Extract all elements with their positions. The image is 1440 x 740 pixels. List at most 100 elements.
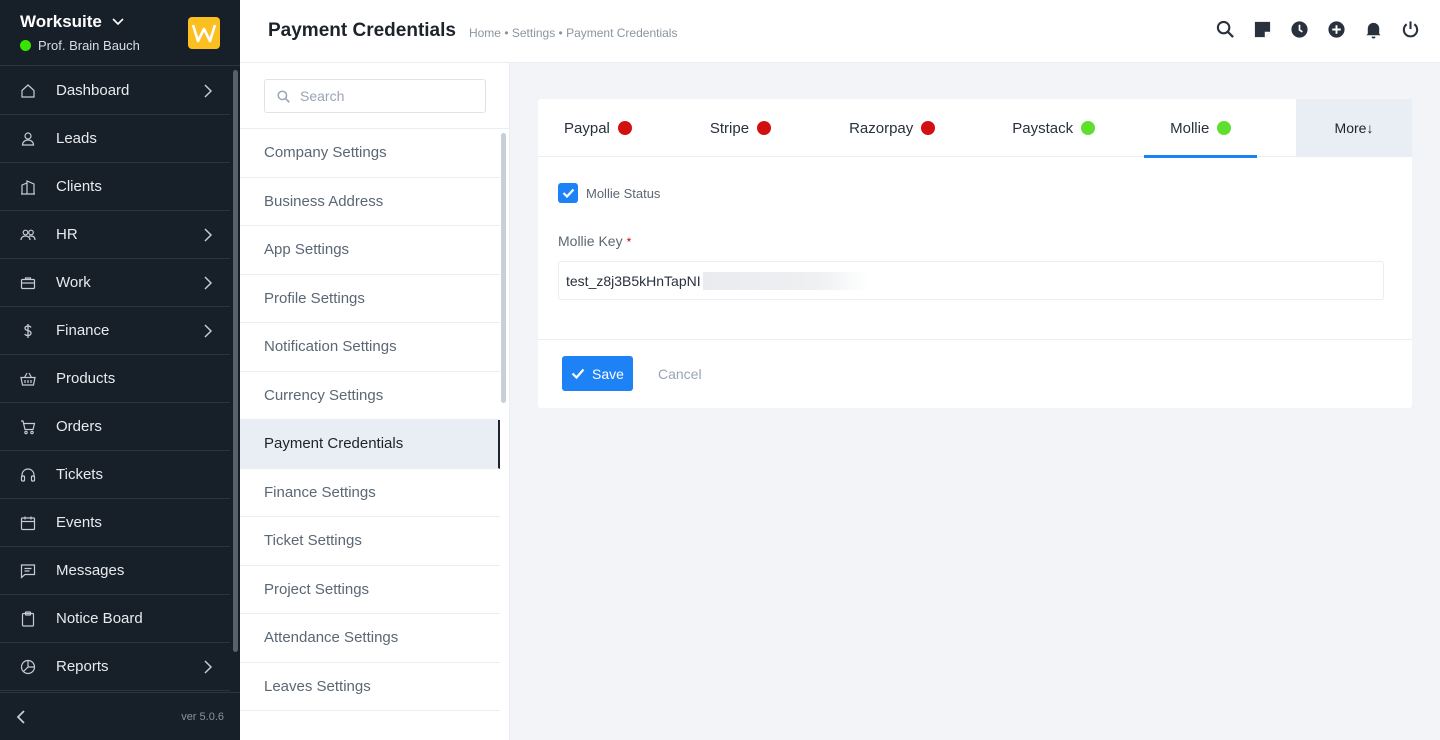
- settings-item-project[interactable]: Project Settings: [240, 566, 500, 614]
- basket-icon: [20, 371, 36, 387]
- settings-item-app[interactable]: App Settings: [240, 226, 500, 275]
- mollie-key-label-text: Mollie Key: [558, 233, 623, 249]
- settings-menu: Company Settings Business Address App Se…: [240, 63, 510, 740]
- sidebar-item-label: Work: [56, 274, 91, 291]
- settings-item-business-address[interactable]: Business Address: [240, 178, 500, 226]
- settings-item-company[interactable]: Company Settings: [240, 129, 500, 178]
- sidebar-item-hr[interactable]: HR: [0, 211, 230, 259]
- headset-icon: [20, 467, 36, 483]
- status-dot-icon: [617, 121, 632, 135]
- header-actions: [1216, 20, 1420, 39]
- settings-item-leaves[interactable]: Leaves Settings: [240, 663, 500, 711]
- company-logo: [188, 17, 220, 49]
- top-header: Payment Credentials Home • Settings • Pa…: [240, 0, 1440, 63]
- pie-chart-icon: [20, 659, 36, 675]
- check-icon: [571, 368, 585, 379]
- sidebar-item-leads[interactable]: Leads: [0, 115, 230, 163]
- settings-item-notification[interactable]: Notification Settings: [240, 323, 500, 372]
- cancel-button[interactable]: Cancel: [658, 366, 702, 382]
- sidebar-item-label: Finance: [56, 322, 110, 339]
- sidebar-scrollbar-thumb[interactable]: [233, 70, 238, 652]
- sidebar-item-label: Clients: [56, 178, 102, 195]
- sidebar: Worksuite Prof. Brain Bauch Dashboard Le…: [0, 0, 240, 740]
- more-tabs-button[interactable]: More↓: [1296, 99, 1412, 157]
- save-button-label: Save: [592, 365, 624, 382]
- sidebar-item-notice-board[interactable]: Notice Board: [0, 595, 230, 643]
- settings-item-attendance[interactable]: Attendance Settings: [240, 614, 500, 663]
- status-dot-icon: [1081, 121, 1096, 135]
- settings-item-finance[interactable]: Finance Settings: [240, 469, 500, 517]
- search-icon[interactable]: [1216, 20, 1235, 39]
- sidebar-item-label: Messages: [56, 562, 125, 579]
- settings-item-currency[interactable]: Currency Settings: [240, 372, 500, 420]
- chevron-right-icon: [204, 276, 212, 290]
- logo-w-icon: [192, 24, 216, 43]
- clock-icon[interactable]: [1290, 20, 1309, 39]
- sidebar-item-orders[interactable]: Orders: [0, 403, 230, 451]
- sidebar-item-label: Reports: [56, 658, 109, 675]
- settings-item-ticket[interactable]: Ticket Settings: [240, 517, 500, 566]
- sidebar-item-label: Products: [56, 370, 116, 387]
- cart-icon: [20, 419, 36, 435]
- sidebar-item-label: Notice Board: [56, 610, 143, 627]
- settings-item-payment-credentials[interactable]: Payment Credentials: [240, 420, 500, 469]
- dollar-icon: [20, 323, 36, 339]
- sidebar-item-reports[interactable]: Reports: [0, 643, 230, 691]
- brand-header[interactable]: Worksuite Prof. Brain Bauch: [0, 0, 240, 66]
- status-dot-icon: [1217, 121, 1232, 135]
- calendar-icon: [20, 515, 36, 531]
- sidebar-item-products[interactable]: Products: [0, 355, 230, 403]
- sidebar-item-messages[interactable]: Messages: [0, 547, 230, 595]
- mollie-status-checkbox[interactable]: [558, 183, 578, 203]
- settings-list: Company Settings Business Address App Se…: [240, 129, 500, 711]
- message-icon: [20, 563, 36, 579]
- chevron-right-icon: [204, 84, 212, 98]
- gateway-tabs: Paypal Stripe Razorpay Paystack Mollie M…: [538, 99, 1412, 158]
- page-title: Payment Credentials: [268, 20, 456, 41]
- sidebar-item-events[interactable]: Events: [0, 499, 230, 547]
- settings-item-profile[interactable]: Profile Settings: [240, 275, 500, 323]
- tab-razorpay[interactable]: Razorpay: [849, 99, 936, 157]
- breadcrumb[interactable]: Home • Settings • Payment Credentials: [469, 26, 678, 40]
- briefcase-icon: [20, 275, 36, 291]
- settings-search-input[interactable]: [300, 88, 470, 104]
- sidebar-item-clients[interactable]: Clients: [0, 163, 230, 211]
- tab-paypal[interactable]: Paypal: [564, 99, 632, 157]
- bell-icon[interactable]: [1364, 20, 1383, 39]
- save-button[interactable]: Save: [562, 356, 633, 391]
- settings-scrollbar-thumb[interactable]: [501, 133, 506, 403]
- people-icon: [20, 227, 36, 243]
- mollie-status-row: Mollie Status: [558, 183, 1392, 203]
- add-circle-icon[interactable]: [1327, 20, 1346, 39]
- mollie-key-value: test_z8j3B5kHnTapNI: [566, 272, 701, 289]
- sidebar-item-label: Leads: [56, 130, 97, 147]
- form-actions: Save Cancel: [538, 340, 1412, 407]
- chevron-down-icon: [112, 18, 124, 26]
- sidebar-item-label: Tickets: [56, 466, 103, 483]
- tab-label: Stripe: [709, 119, 750, 137]
- tab-mollie[interactable]: Mollie: [1144, 99, 1258, 158]
- sticky-note-icon[interactable]: [1253, 20, 1272, 39]
- tab-label: Razorpay: [849, 119, 914, 137]
- mollie-key-input[interactable]: test_z8j3B5kHnTapNI: [558, 261, 1384, 300]
- search-icon: [277, 89, 290, 103]
- redacted-key-mask: [702, 271, 868, 290]
- tab-label: Paystack: [1012, 119, 1074, 137]
- sidebar-item-label: Events: [56, 514, 102, 531]
- tab-paystack[interactable]: Paystack: [1012, 99, 1096, 157]
- collapse-sidebar-icon[interactable]: [16, 709, 26, 724]
- sidebar-item-work[interactable]: Work: [0, 259, 230, 307]
- payment-credentials-card: Paypal Stripe Razorpay Paystack Mollie M…: [538, 99, 1412, 408]
- chevron-right-icon: [204, 324, 212, 338]
- tab-label: Paypal: [564, 119, 610, 137]
- checkmark-icon: [562, 188, 574, 198]
- sidebar-item-label: Dashboard: [56, 82, 130, 99]
- tab-stripe[interactable]: Stripe: [709, 99, 772, 157]
- mollie-form: Mollie Status Mollie Key * test_z8j3B5kHn…: [538, 157, 1412, 340]
- power-icon[interactable]: [1401, 20, 1420, 39]
- sidebar-footer: ver 5.0.6: [0, 692, 240, 740]
- user-name: Prof. Brain Bauch: [38, 38, 140, 53]
- sidebar-item-tickets[interactable]: Tickets: [0, 451, 230, 499]
- sidebar-item-finance[interactable]: Finance: [0, 307, 230, 355]
- sidebar-item-dashboard[interactable]: Dashboard: [0, 67, 230, 115]
